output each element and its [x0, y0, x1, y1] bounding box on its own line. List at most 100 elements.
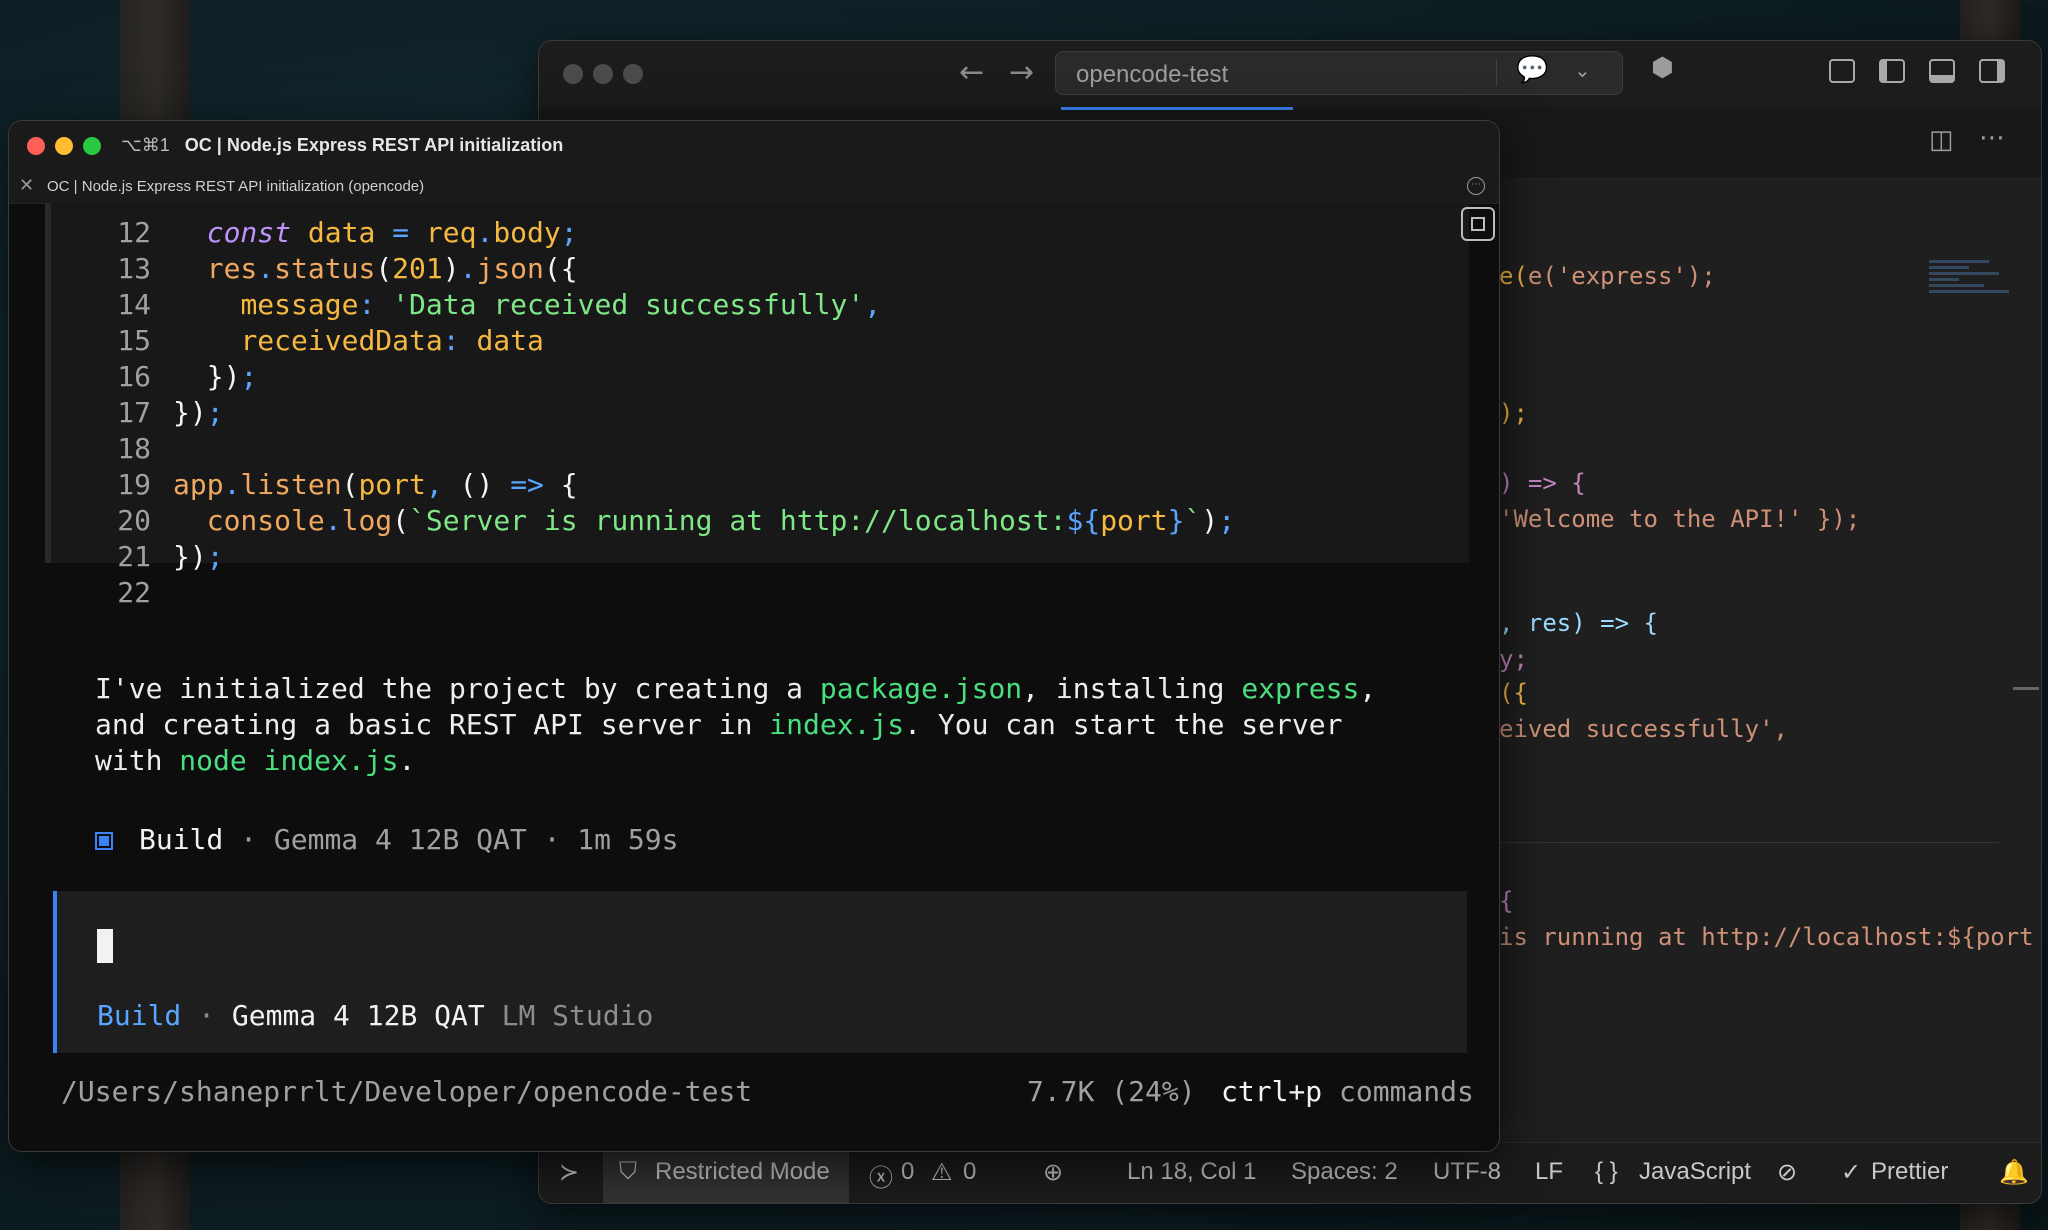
agent-mode[interactable]: Build: [97, 999, 181, 1032]
line-number: 14: [117, 288, 151, 321]
editor-line: is running at http://localhost:${port: [1499, 923, 2034, 951]
terminal-window: ⌥⌘1 OC | Node.js Express REST API initia…: [8, 120, 1500, 1152]
more-actions-icon[interactable]: ⋯: [1979, 123, 2005, 153]
code-block: 12 const data = req.body; 13 res.status(2…: [45, 203, 1469, 609]
divider: [1496, 60, 1497, 86]
more-icon[interactable]: ⋯: [1467, 177, 1485, 195]
code-text: });: [173, 540, 224, 573]
editor-line: eived successfully',: [1499, 715, 1788, 743]
code-text: });: [206, 360, 258, 393]
line-number: 15: [117, 324, 151, 357]
close-icon[interactable]: ✕: [19, 175, 34, 196]
commands-hint[interactable]: ctrl+p commands: [1221, 1075, 1474, 1108]
assistant-message: I've initialized the project by creating…: [95, 672, 1377, 777]
warning-icon[interactable]: ⚠: [931, 1158, 953, 1187]
line-number: 20: [117, 504, 151, 537]
chat-sparkle-icon[interactable]: 💬: [1516, 55, 1548, 85]
code-text: console.log(`Server is running at http:/…: [206, 504, 1236, 537]
bell-icon[interactable]: 🔔: [1999, 1158, 2029, 1187]
error-count[interactable]: 0: [901, 1158, 914, 1186]
window-minimize-button[interactable]: [593, 64, 613, 84]
forward-arrow-icon[interactable]: →: [1009, 55, 1034, 90]
remote-icon: ≻: [559, 1159, 580, 1186]
warning-count[interactable]: 0: [963, 1158, 976, 1186]
model-name[interactable]: Gemma 4 12B QAT: [232, 999, 485, 1032]
line-number: 17: [117, 396, 151, 429]
error-icon[interactable]: ⓧ: [869, 1158, 893, 1193]
checkmark-icon: ✓: [1841, 1159, 1862, 1186]
language-mode[interactable]: JavaScript: [1639, 1158, 1751, 1186]
code-text: res.status(201).json({: [206, 252, 578, 285]
code-text: const data = req.body;: [206, 216, 578, 249]
window-title-text: OC | Node.js Express REST API initializa…: [184, 135, 564, 155]
command-center-search[interactable]: opencode-test 💬 ⌄: [1055, 51, 1623, 95]
window-shortcut: ⌥⌘1: [121, 135, 170, 155]
encoding[interactable]: UTF-8: [1433, 1158, 1501, 1186]
active-tab-indicator: [1061, 107, 1293, 110]
build-square-icon: [95, 832, 113, 850]
keybinding: ctrl+p: [1221, 1075, 1323, 1108]
window-close-button[interactable]: [563, 64, 583, 84]
context-usage: 7.7K (24%): [1027, 1075, 1196, 1108]
toggle-primary-sidebar-icon[interactable]: [1879, 59, 1905, 83]
code-text: receivedData: data: [240, 324, 544, 357]
code-text: message: 'Data received successfully',: [240, 288, 882, 321]
toggle-secondary-sidebar-icon[interactable]: [1979, 59, 2005, 83]
editor-line: , res) => {: [1499, 609, 1658, 637]
restricted-mode-label: Restricted Mode: [655, 1158, 830, 1185]
toggle-panel-icon[interactable]: [1929, 59, 1955, 83]
text-cursor: [97, 929, 113, 963]
commands-label: commands: [1322, 1075, 1474, 1108]
braces-icon: { }: [1595, 1158, 1618, 1185]
line-number: 22: [117, 576, 151, 609]
line-number: 19: [117, 468, 151, 501]
divider: [1499, 842, 1999, 843]
command-center-label: opencode-test: [1076, 61, 1229, 88]
vscode-titlebar: ← → opencode-test 💬 ⌄ ⬢: [539, 41, 2041, 108]
formatter-status[interactable]: Prettier: [1871, 1158, 1948, 1186]
line-number: 13: [117, 252, 151, 285]
code-text: });: [173, 396, 224, 429]
working-directory: /Users/shaneprrlt/Developer/opencode-tes…: [61, 1075, 753, 1108]
indentation[interactable]: Spaces: 2: [1291, 1158, 1398, 1186]
zoom-button[interactable]: [83, 137, 101, 155]
minimap[interactable]: [1929, 257, 2009, 317]
copilot-icon[interactable]: ⬢: [1651, 53, 1674, 83]
input-status: Build · Gemma 4 12B QAT LM Studio: [97, 999, 654, 1032]
zoom-icon[interactable]: ⊕: [1043, 1158, 1063, 1187]
build-summary: Build · Gemma 4 12B QAT · 1m 59s: [95, 823, 678, 856]
terminal-titlebar: ⌥⌘1 OC | Node.js Express REST API initia…: [9, 121, 1499, 171]
shield-icon: ⛉: [619, 1158, 637, 1185]
line-number: 21: [117, 540, 151, 573]
window-zoom-button[interactable]: [623, 64, 643, 84]
editor-line: ({: [1499, 679, 1528, 707]
minimize-button[interactable]: [55, 137, 73, 155]
build-meta: · Gemma 4 12B QAT · 1m 59s: [223, 823, 679, 856]
editor-line: {: [1499, 887, 1514, 915]
scrollbar-marker[interactable]: [2013, 687, 2039, 690]
line-number: 16: [117, 360, 151, 393]
end-of-line[interactable]: LF: [1535, 1158, 1563, 1186]
line-number: 18: [117, 432, 151, 465]
cursor-position[interactable]: Ln 18, Col 1: [1127, 1158, 1256, 1186]
build-label: Build: [139, 823, 224, 856]
editor-line: );: [1499, 399, 1528, 427]
chevron-down-icon[interactable]: ⌄: [1574, 58, 1591, 82]
code-text: app.listen(port, () => {: [173, 468, 578, 501]
editor-line: ) => {: [1499, 469, 1586, 497]
editor-line: e(e('express');: [1499, 262, 1716, 290]
remote-indicator[interactable]: ≻: [539, 1143, 603, 1203]
window-title: ⌥⌘1 OC | Node.js Express REST API initia…: [121, 135, 563, 156]
restricted-mode-button[interactable]: ⛉ Restricted Mode: [603, 1143, 849, 1203]
terminal-tab-bar: ✕ OC | Node.js Express REST API initiali…: [9, 171, 1499, 204]
editor-line: 'Welcome to the API!' });: [1499, 505, 1861, 533]
close-button[interactable]: [27, 137, 45, 155]
focus-mode-icon[interactable]: [1461, 207, 1495, 241]
split-editor-icon[interactable]: ◫: [1929, 125, 1954, 155]
back-arrow-icon[interactable]: ←: [959, 55, 984, 90]
prompt-input[interactable]: Build · Gemma 4 12B QAT LM Studio: [53, 891, 1467, 1053]
tab-label[interactable]: OC | Node.js Express REST API initializa…: [47, 178, 424, 195]
editor-line: y;: [1499, 645, 1528, 673]
customize-layout-icon[interactable]: [1829, 59, 1855, 83]
copilot-status-icon[interactable]: ⊘: [1777, 1158, 1797, 1187]
